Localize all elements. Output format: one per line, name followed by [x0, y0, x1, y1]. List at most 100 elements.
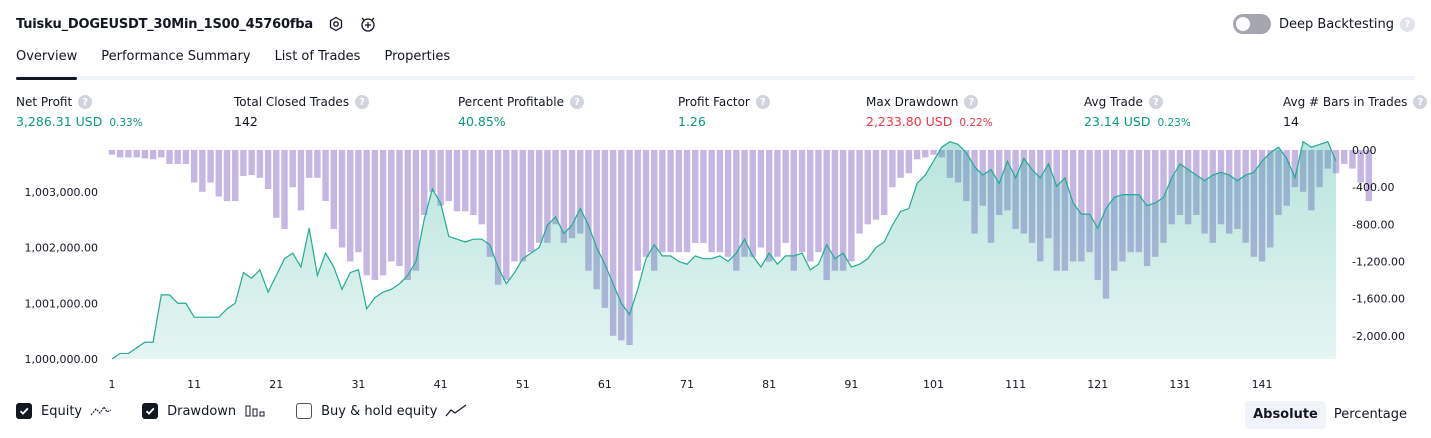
drawdown-bar [511, 150, 518, 262]
drawdown-bar [429, 150, 436, 192]
drawdown-bar [149, 150, 157, 160]
drawdown-bar [305, 150, 313, 178]
drawdown-bar [1341, 150, 1348, 164]
drawdown-bar [790, 150, 798, 271]
drawdown-bar [659, 150, 666, 253]
drawdown-bar [289, 150, 296, 188]
drawdown-bar [856, 150, 863, 234]
metric-percent: 0.33% [109, 117, 143, 129]
drawdown-bar [453, 150, 461, 212]
info-icon[interactable]: ? [78, 95, 93, 109]
tab-performance-summary[interactable]: Performance Summary [101, 46, 250, 76]
drawdown-bar [503, 150, 510, 281]
add-alert-icon[interactable] [359, 15, 377, 33]
drawdown-bar [141, 150, 149, 159]
drawdown-bar [182, 150, 190, 164]
metrics-row: Net Profit? 3,286.31 USD 0.33% Total Clos… [0, 94, 1431, 134]
y-right-tick-label: -800.00 [1352, 218, 1394, 231]
drawdown-bar [322, 150, 329, 202]
drawdown-bar [404, 150, 411, 281]
drawdown-bar [667, 150, 674, 253]
drawdown-bar [683, 150, 691, 253]
y-right-tick-label: -1,200.00 [1352, 255, 1405, 268]
drawdown-bar [519, 150, 526, 262]
drawdown-bar [347, 150, 354, 262]
drawdown-bar [371, 150, 379, 281]
info-icon[interactable]: ? [355, 95, 370, 109]
drawdown-bar [314, 150, 321, 178]
metric-total-closed-trades: Total Closed Trades? 142 [234, 94, 370, 129]
drawdown-bar [798, 150, 806, 253]
metric-label: Avg Trade [1084, 95, 1143, 109]
x-tick-label: 141 [1252, 378, 1273, 391]
drawdown-bar [478, 150, 485, 225]
info-icon[interactable]: ? [755, 95, 770, 109]
drawdown-bar [922, 150, 929, 158]
legend-equity[interactable]: Equity [16, 403, 112, 419]
info-icon[interactable]: ? [1148, 95, 1163, 109]
x-tick-label: 51 [516, 378, 530, 391]
drawdown-bar [470, 150, 477, 216]
drawdown-bar [757, 150, 765, 248]
checkbox-buy-hold[interactable] [296, 403, 313, 419]
drawdown-bar [264, 150, 272, 190]
help-icon[interactable]: ? [1400, 16, 1415, 32]
absolute-button[interactable]: Absolute [1245, 401, 1326, 429]
info-icon[interactable]: ? [1413, 95, 1428, 109]
drawdown-bar [125, 150, 132, 158]
drawdown-bar [215, 150, 222, 197]
drawdown-bar [338, 150, 346, 248]
y-right-tick-label: -1,600.00 [1352, 293, 1405, 306]
drawdown-bar [199, 150, 206, 192]
drawdown-bar [815, 150, 822, 253]
drawdown-bar [675, 150, 683, 253]
legend-drawdown[interactable]: Drawdown [142, 403, 266, 419]
tab-overview[interactable]: Overview [16, 46, 78, 80]
y-right-tick-label: -400.00 [1352, 181, 1394, 194]
drawdown-bar [207, 150, 214, 183]
drawdown-bar [297, 150, 305, 211]
x-tick-label: 31 [351, 378, 365, 391]
metric-label: Percent Profitable [458, 95, 564, 109]
metric-label: Profit Factor [678, 95, 750, 109]
drawdown-bar [930, 150, 937, 155]
legend-buy-hold[interactable]: Buy & hold equity [296, 403, 467, 419]
metric-value: 3,286.31 USD [16, 114, 103, 129]
tab-properties[interactable]: Properties [384, 46, 450, 76]
deep-backtesting-toggle[interactable] [1232, 14, 1271, 34]
drawdown-bar [913, 150, 921, 160]
drawdown-bar [396, 150, 403, 267]
drawdown-bar [708, 150, 715, 253]
percentage-button[interactable]: Percentage [1326, 401, 1415, 429]
drawdown-bar [716, 150, 724, 253]
toggle-knob [1235, 17, 1250, 31]
scale-mode-switch: Absolute Percentage [1245, 401, 1415, 429]
metric-percent: 0.23% [1157, 117, 1191, 129]
drawdown-bar [166, 150, 173, 164]
equity-drawdown-chart[interactable]: 1,003,000.00 1,002,000.00 1,001,000.00 1,00… [0, 140, 1431, 395]
settings-icon[interactable] [327, 15, 345, 33]
metric-max-drawdown: Max Drawdown? 2,233.80 USD 0.22% [866, 94, 993, 129]
tab-bar: Overview Performance Summary List of Tra… [16, 46, 1415, 80]
checkbox-equity[interactable] [16, 403, 32, 419]
y-left-tick-label: 1,000,000.00 [25, 353, 98, 366]
drawdown-bar [462, 150, 469, 212]
drawdown-bar [872, 150, 880, 220]
tab-list-of-trades[interactable]: List of Trades [275, 46, 361, 76]
metric-value: 40.85% [458, 114, 506, 129]
x-tick-label: 71 [680, 378, 694, 391]
drawdown-bar [420, 150, 428, 216]
checkbox-drawdown[interactable] [142, 403, 159, 419]
x-tick-label: 1 [109, 378, 116, 391]
info-icon[interactable]: ? [569, 95, 584, 109]
info-icon[interactable]: ? [964, 95, 979, 109]
drawdown-bar [535, 150, 543, 243]
metric-percent-profitable: Percent Profitable? 40.85% [458, 94, 584, 129]
drawdown-bar [223, 150, 231, 202]
equity-line-icon [90, 404, 112, 418]
drawdown-bar [897, 150, 904, 178]
drawdown-bar [281, 150, 288, 229]
drawdown-bar [807, 150, 814, 262]
drawdown-bar [158, 150, 165, 158]
drawdown-bar [256, 150, 264, 178]
